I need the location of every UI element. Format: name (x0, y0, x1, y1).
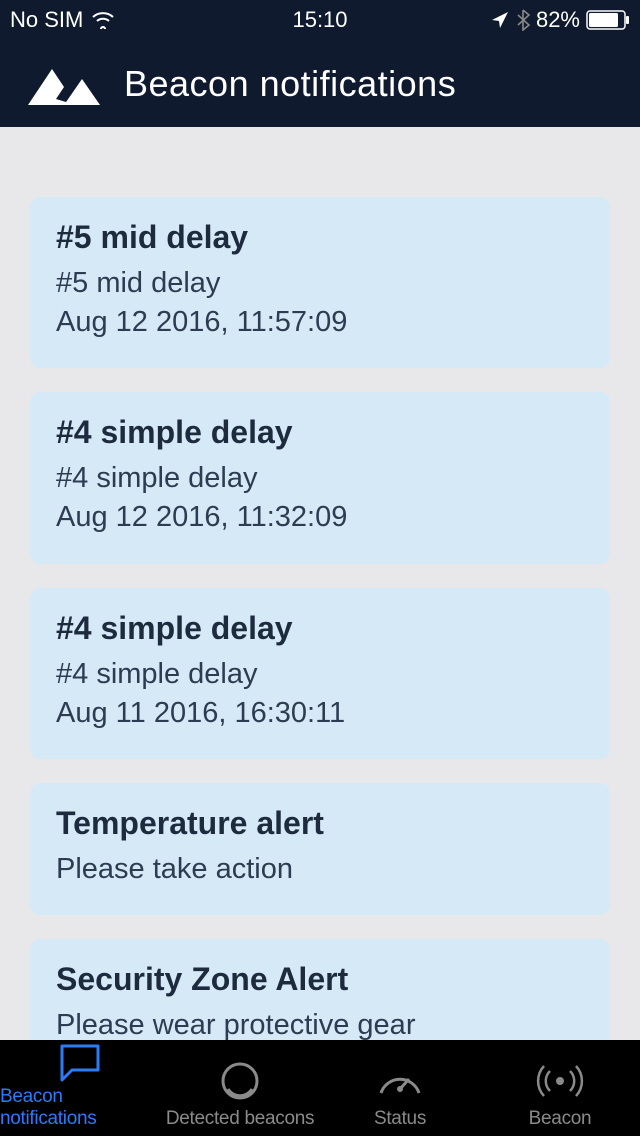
notifications-list[interactable]: #5 mid delay #5 mid delay Aug 12 2016, 1… (0, 127, 640, 1040)
circle-icon (218, 1056, 262, 1106)
notification-title: #4 simple delay (56, 610, 584, 647)
status-left: No SIM (10, 7, 115, 33)
tab-beacon-notifications[interactable]: Beacon notifications (0, 1040, 160, 1136)
battery-percent: 82% (536, 7, 580, 33)
notification-title: Security Zone Alert (56, 961, 584, 998)
tab-label: Beacon (529, 1108, 592, 1130)
notification-title: #4 simple delay (56, 414, 584, 451)
tab-detected-beacons[interactable]: Detected beacons (160, 1040, 320, 1136)
tab-label: Beacon notifications (0, 1086, 160, 1130)
chat-icon (56, 1040, 104, 1084)
tab-status[interactable]: Status (320, 1040, 480, 1136)
notification-timestamp: Aug 12 2016, 11:57:09 (56, 303, 584, 342)
status-bar: No SIM 15:10 82% (0, 0, 640, 40)
notification-card[interactable]: Security Zone Alert Please wear protecti… (30, 939, 610, 1040)
notification-card[interactable]: #5 mid delay #5 mid delay Aug 12 2016, 1… (30, 197, 610, 368)
location-arrow-icon (490, 10, 510, 30)
status-right: 82% (490, 7, 630, 33)
nav-bar: Beacon notifications (0, 40, 640, 127)
notification-body: Please wear protective gear (56, 1006, 584, 1040)
notification-card[interactable]: #4 simple delay #4 simple delay Aug 12 2… (30, 392, 610, 563)
gauge-icon (375, 1056, 425, 1106)
bluetooth-icon (516, 9, 530, 31)
broadcast-icon (535, 1056, 585, 1106)
status-time: 15:10 (292, 7, 347, 33)
mountains-logo-icon (24, 61, 104, 107)
page-title: Beacon notifications (124, 63, 456, 105)
notification-card[interactable]: #4 simple delay #4 simple delay Aug 11 2… (30, 588, 610, 759)
tab-beacon[interactable]: Beacon (480, 1040, 640, 1136)
carrier-text: No SIM (10, 7, 83, 33)
notification-body: Please take action (56, 850, 584, 889)
notification-card[interactable]: Temperature alert Please take action (30, 783, 610, 915)
notification-body: #4 simple delay (56, 655, 584, 694)
notification-title: Temperature alert (56, 805, 584, 842)
notification-timestamp: Aug 11 2016, 16:30:11 (56, 694, 584, 733)
notification-body: #5 mid delay (56, 264, 584, 303)
tab-label: Status (374, 1108, 426, 1130)
notification-body: #4 simple delay (56, 459, 584, 498)
wifi-icon (91, 11, 115, 29)
notification-timestamp: Aug 12 2016, 11:32:09 (56, 498, 584, 537)
notification-title: #5 mid delay (56, 219, 584, 256)
battery-icon (586, 10, 630, 30)
tab-bar: Beacon notifications Detected beacons St… (0, 1040, 640, 1136)
tab-label: Detected beacons (166, 1108, 314, 1130)
